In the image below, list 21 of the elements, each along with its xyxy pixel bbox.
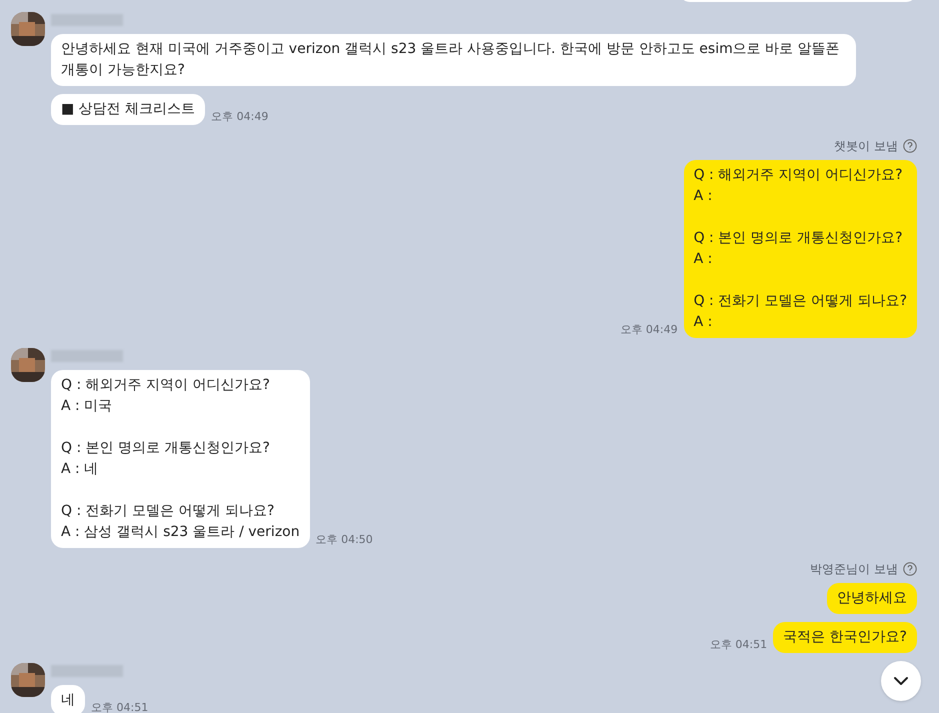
help-icon[interactable]	[903, 139, 917, 153]
message-bubble: 국적은 한국인가요?	[773, 622, 917, 653]
message-time: 오후 04:49	[620, 322, 678, 338]
sender-label: 박영준님이 보냄	[810, 561, 898, 578]
message-time: 오후 04:49	[211, 108, 268, 124]
message-time: 오후 04:51	[91, 700, 148, 713]
message-time: 오후 04:50	[316, 532, 373, 548]
sender-label: 챗봇이 보냄	[834, 138, 898, 155]
message-bubble: 네	[51, 685, 85, 713]
help-icon[interactable]	[903, 562, 917, 576]
avatar[interactable]	[11, 12, 45, 46]
chevron-down-icon	[893, 676, 909, 686]
avatar[interactable]	[11, 663, 45, 697]
message-bubble: 안녕하세요	[827, 583, 917, 614]
avatar[interactable]	[11, 348, 45, 382]
message-bubble: 안녕하세요 현재 미국에 거주중이고 verizon 갤럭시 s23 울트라 사용중입니다. 한국에 방문 안하고도 esim으로 바로 알뜰폰 개통이 가능한지요?	[51, 34, 856, 86]
message-bubble: Q : 해외거주 지역이 어디신가요? A : 미국 Q : 본인 명의로 개통신청인가요? A : 네 Q : 전화기 모델은 어떻게 되나요? A : 삼성 갤럭시 s23 울트라 / verizon	[51, 370, 310, 548]
message-bubble: ■ 상담전 체크리스트	[51, 94, 206, 125]
message-bubble: Q : 해외거주 지역이 어디신가요? A : Q : 본인 명의로 개통신청인가요? A : Q : 전화기 모델은 어떻게 되나요? A :	[684, 160, 917, 338]
scroll-down-button[interactable]	[881, 661, 921, 701]
message-time: 오후 04:51	[710, 636, 768, 652]
